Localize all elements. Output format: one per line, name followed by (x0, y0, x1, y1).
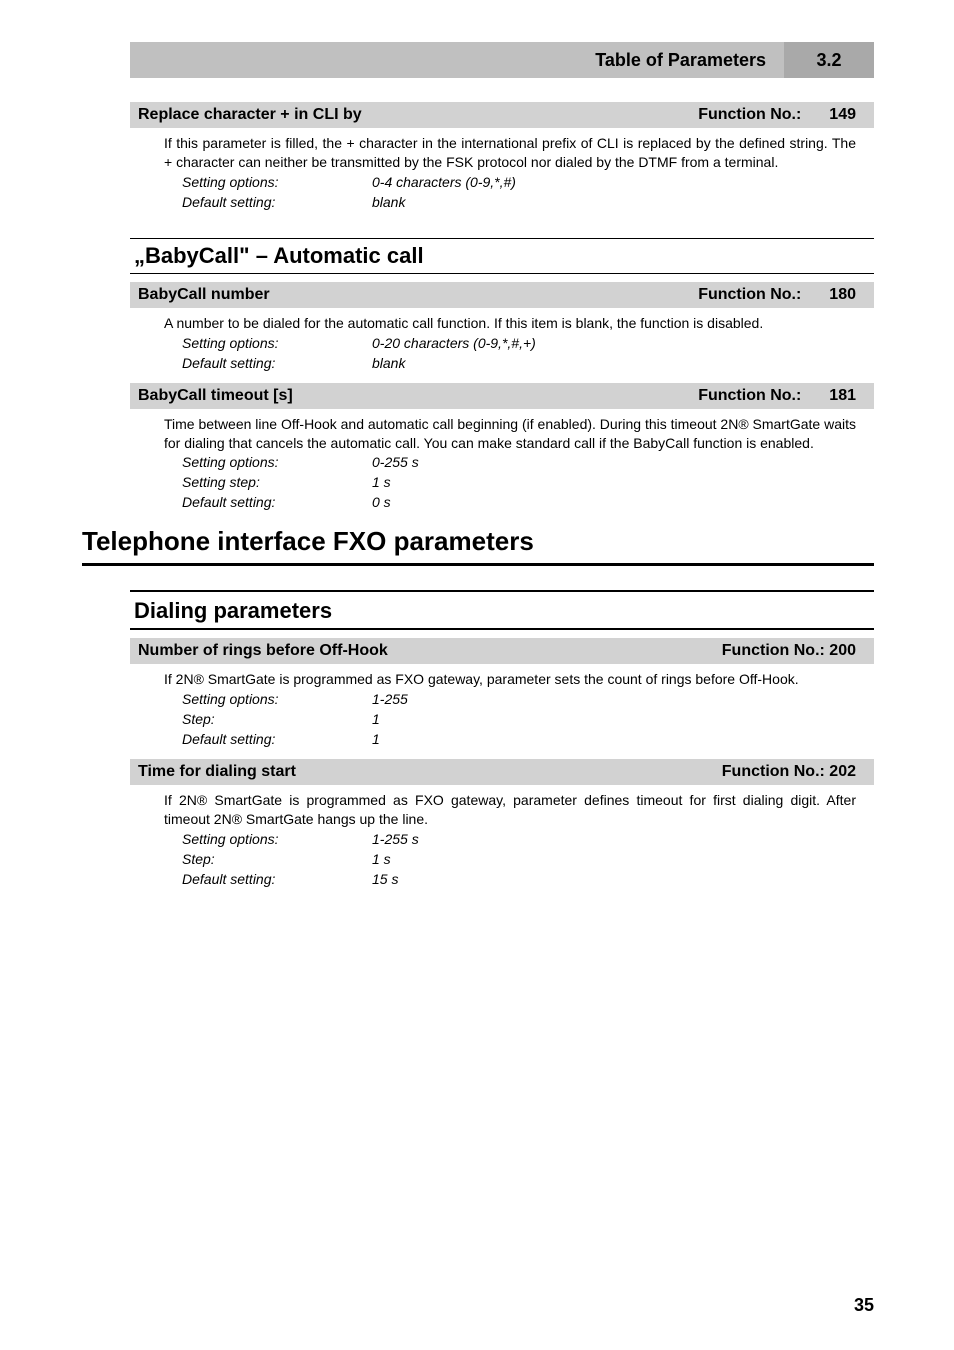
divider (82, 563, 874, 566)
label-default-setting: Default setting: (182, 731, 372, 747)
param-181-header: BabyCall timeout [s] Function No.: 181 (130, 383, 874, 409)
value-default-setting: 0 s (372, 494, 391, 510)
value-setting-step: 1 s (372, 474, 391, 490)
param-181-default: Default setting: 0 s (130, 492, 874, 512)
param-180-header: BabyCall number Function No.: 180 (130, 282, 874, 308)
value-step: 1 s (372, 851, 391, 867)
page-number: 35 (854, 1295, 874, 1316)
header-section-number: 3.2 (784, 42, 874, 78)
param-200-step: Step: 1 (130, 709, 874, 729)
label-step: Step: (182, 711, 372, 727)
label-setting-options: Setting options: (182, 691, 372, 707)
param-149-default: Default setting: blank (130, 192, 874, 212)
param-149-options: Setting options: 0-4 characters (0-9,*,#… (130, 172, 874, 192)
value-default-setting: blank (372, 194, 405, 210)
heading-dialing-parameters: Dialing parameters (130, 598, 874, 624)
value-setting-options: 1-255 s (372, 831, 419, 847)
divider (130, 238, 874, 239)
label-step: Step: (182, 851, 372, 867)
heading-babycall: „BabyCall" – Automatic call (130, 243, 874, 269)
value-default-setting: 1 (372, 731, 380, 747)
label-default-setting: Default setting: (182, 871, 372, 887)
header-bar: Table of Parameters 3.2 (130, 42, 874, 78)
param-202-title: Time for dialing start (138, 763, 296, 781)
value-default-setting: blank (372, 355, 405, 371)
divider (130, 590, 874, 592)
param-181-options: Setting options: 0-255 s (130, 452, 874, 472)
param-149-fnnum: 149 (829, 106, 856, 124)
value-setting-options: 1-255 (372, 691, 408, 707)
param-181-body: Time between line Off-Hook and automatic… (130, 409, 874, 453)
label-setting-options: Setting options: (182, 831, 372, 847)
param-180-default: Default setting: blank (130, 353, 874, 373)
param-180-options: Setting options: 0-20 characters (0-9,*,… (130, 333, 874, 353)
header-title: Table of Parameters (130, 42, 784, 78)
label-default-setting: Default setting: (182, 494, 372, 510)
label-setting-options: Setting options: (182, 174, 372, 190)
label-setting-step: Setting step: (182, 474, 372, 490)
label-default-setting: Default setting: (182, 355, 372, 371)
param-200-fnlabel: Function No.: 200 (722, 642, 856, 660)
param-200-options: Setting options: 1-255 (130, 689, 874, 709)
param-181-step: Setting step: 1 s (130, 472, 874, 492)
value-setting-options: 0-20 characters (0-9,*,#,+) (372, 335, 536, 351)
divider (130, 628, 874, 630)
param-180-fnlabel: Function No.: (698, 286, 801, 304)
param-149-title: Replace character + in CLI by (138, 106, 362, 124)
param-180-fnnum: 180 (829, 286, 856, 304)
param-180-title: BabyCall number (138, 286, 270, 304)
label-default-setting: Default setting: (182, 194, 372, 210)
param-200-header: Number of rings before Off-Hook Function… (130, 638, 874, 664)
param-181-title: BabyCall timeout [s] (138, 387, 293, 405)
divider (130, 273, 874, 274)
param-200-body: If 2N® SmartGate is programmed as FXO ga… (130, 664, 874, 689)
label-setting-options: Setting options: (182, 335, 372, 351)
value-setting-options: 0-255 s (372, 454, 419, 470)
param-181-fnnum: 181 (829, 387, 856, 405)
value-default-setting: 15 s (372, 871, 398, 887)
value-setting-options: 0-4 characters (0-9,*,#) (372, 174, 516, 190)
param-200-default: Default setting: 1 (130, 729, 874, 749)
param-180-body: A number to be dialed for the automatic … (130, 308, 874, 333)
value-step: 1 (372, 711, 380, 727)
label-setting-options: Setting options: (182, 454, 372, 470)
param-202-fnlabel: Function No.: 202 (722, 763, 856, 781)
param-202-default: Default setting: 15 s (130, 869, 874, 889)
param-149-header: Replace character + in CLI by Function N… (130, 102, 874, 128)
param-202-header: Time for dialing start Function No.: 202 (130, 759, 874, 785)
param-181-fnlabel: Function No.: (698, 387, 801, 405)
param-202-options: Setting options: 1-255 s (130, 829, 874, 849)
param-200-title: Number of rings before Off-Hook (138, 642, 388, 660)
heading-fxo: Telephone interface FXO parameters (82, 526, 874, 557)
param-149-fnlabel: Function No.: (698, 106, 801, 124)
param-149-body: If this parameter is filled, the + chara… (130, 128, 874, 172)
param-202-body: If 2N® SmartGate is programmed as FXO ga… (130, 785, 874, 829)
param-202-step: Step: 1 s (130, 849, 874, 869)
